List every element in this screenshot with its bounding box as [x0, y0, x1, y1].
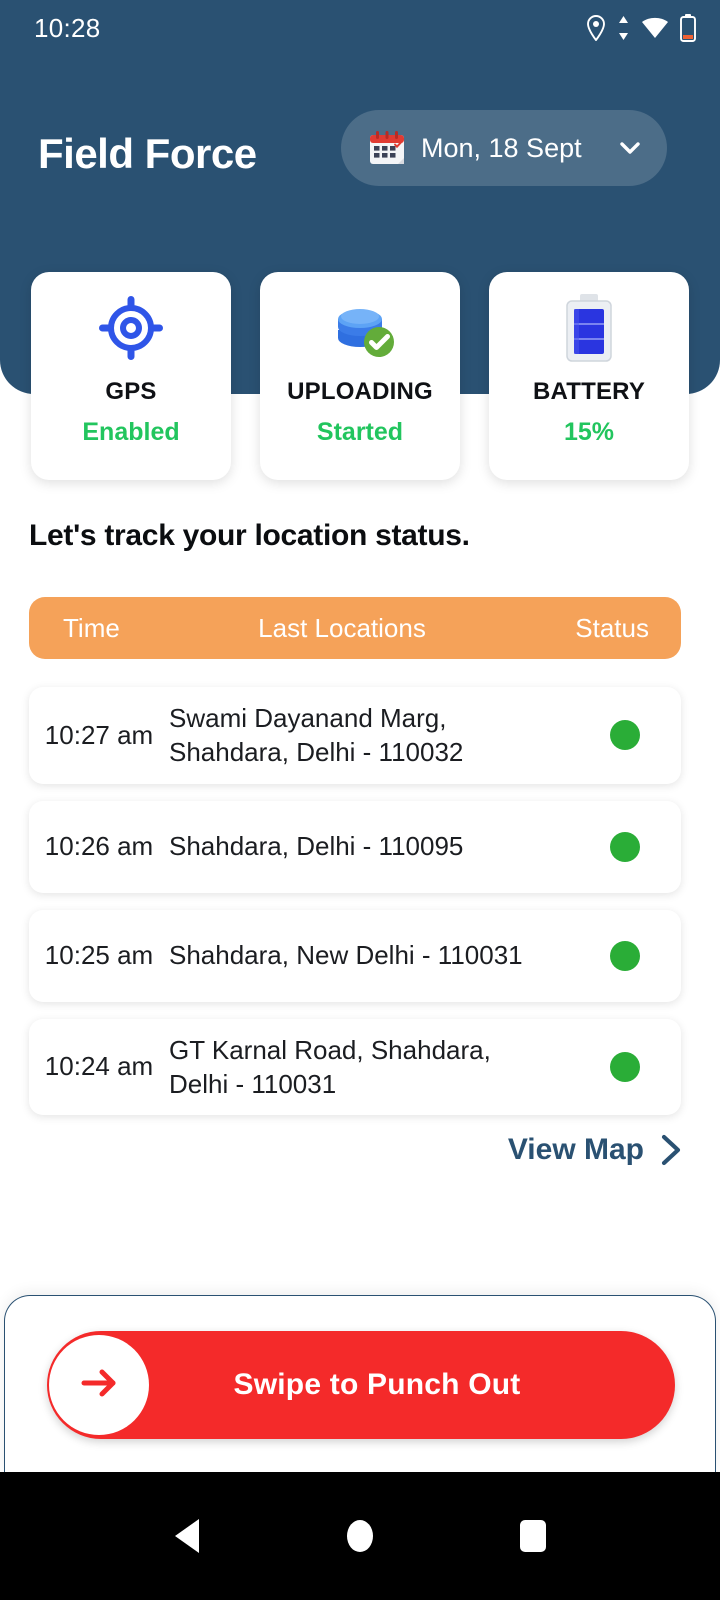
- location-table-body: 10:27 am Swami Dayanand Marg, Shahdara, …: [29, 687, 681, 1132]
- app-title: Field Force: [38, 130, 257, 177]
- battery-icon: [550, 289, 628, 367]
- home-icon[interactable]: [330, 1506, 390, 1566]
- row-time: 10:24 am: [44, 1051, 154, 1082]
- table-row[interactable]: 10:25 am Shahdara, New Delhi - 110031: [29, 909, 681, 1002]
- status-card-title: UPLOADING: [287, 378, 433, 405]
- swipe-knob-handle[interactable]: [49, 1335, 149, 1435]
- row-location: Swami Dayanand Marg, Shahdara, Delhi - 1…: [169, 703, 464, 768]
- status-dot-icon: [610, 831, 640, 862]
- location-table-header: Time Last Locations Status: [29, 597, 681, 659]
- swipe-to-punch-out-track[interactable]: Swipe to Punch Out: [47, 1331, 675, 1439]
- status-dot-icon: [610, 940, 640, 971]
- chevron-right-icon: [656, 1133, 686, 1167]
- status-card-uploading[interactable]: UPLOADING Started: [260, 272, 460, 480]
- row-status: [569, 1051, 681, 1082]
- status-card-value: Enabled: [82, 418, 180, 446]
- status-card-value: 15%: [563, 418, 615, 446]
- status-bar-icons: [586, 14, 696, 42]
- row-location: GT Karnal Road, Shahdara, Delhi - 110031: [169, 1034, 491, 1099]
- chevron-down-icon[interactable]: [615, 133, 645, 163]
- row-status: [569, 831, 681, 862]
- status-card-gps[interactable]: GPS Enabled: [31, 272, 231, 480]
- column-header-time: Time: [63, 612, 120, 643]
- wifi-icon: [641, 16, 669, 40]
- row-status: [569, 940, 681, 971]
- row-location: Shahdara, Delhi - 110095: [169, 831, 464, 862]
- row-time: 10:26 am: [44, 830, 154, 861]
- punch-out-panel: Swipe to Punch Out: [4, 1295, 716, 1473]
- view-map-label: View Map: [507, 1133, 644, 1166]
- status-card-battery[interactable]: BATTERY 15%: [489, 272, 689, 480]
- status-card-value: Started: [316, 418, 404, 446]
- row-status: [569, 720, 681, 751]
- database-check-icon: [321, 289, 399, 367]
- table-row[interactable]: 10:27 am Swami Dayanand Marg, Shahdara, …: [29, 687, 681, 784]
- table-row[interactable]: 10:26 am Shahdara, Delhi - 110095: [29, 800, 681, 893]
- header-title-row: Field Force Mon, 18 Sept: [0, 110, 720, 198]
- section-heading: Let's track your location status.: [29, 519, 470, 552]
- recents-icon[interactable]: [503, 1506, 563, 1566]
- status-card-title: GPS: [105, 378, 157, 405]
- date-chip-label: Mon, 18 Sept: [421, 132, 582, 163]
- status-bar-clock: 10:28: [34, 12, 101, 43]
- row-time: 10:25 am: [44, 939, 154, 970]
- gps-target-icon: [92, 289, 170, 367]
- column-header-location: Last Locations: [258, 612, 426, 643]
- arrow-right-icon: [72, 1356, 126, 1415]
- date-selector-chip[interactable]: Mon, 18 Sept: [341, 110, 667, 186]
- view-map-link[interactable]: View Map: [508, 1133, 686, 1167]
- app-root: 10:28 Field Force Mon, 18 Sept GPS Enabl…: [0, 0, 720, 1600]
- status-dot-icon: [610, 1051, 640, 1082]
- battery-low-icon: [680, 14, 696, 42]
- back-icon[interactable]: [157, 1506, 217, 1566]
- status-dot-icon: [610, 720, 640, 751]
- system-status-bar: 10:28: [0, 0, 720, 56]
- android-navigation-bar: [0, 1472, 720, 1600]
- row-time: 10:27 am: [44, 719, 154, 750]
- row-location: Shahdara, New Delhi - 110031: [169, 940, 523, 971]
- data-transfer-icon: [617, 15, 630, 41]
- location-pin-icon: [586, 15, 606, 41]
- column-header-status: Status: [575, 612, 649, 643]
- status-card-title: BATTERY: [532, 378, 646, 405]
- status-card-row: GPS Enabled UPLOADING Started BATTERY 15…: [0, 272, 720, 480]
- table-row[interactable]: 10:24 am GT Karnal Road, Shahdara, Delhi…: [29, 1018, 681, 1116]
- calendar-icon: [365, 126, 409, 170]
